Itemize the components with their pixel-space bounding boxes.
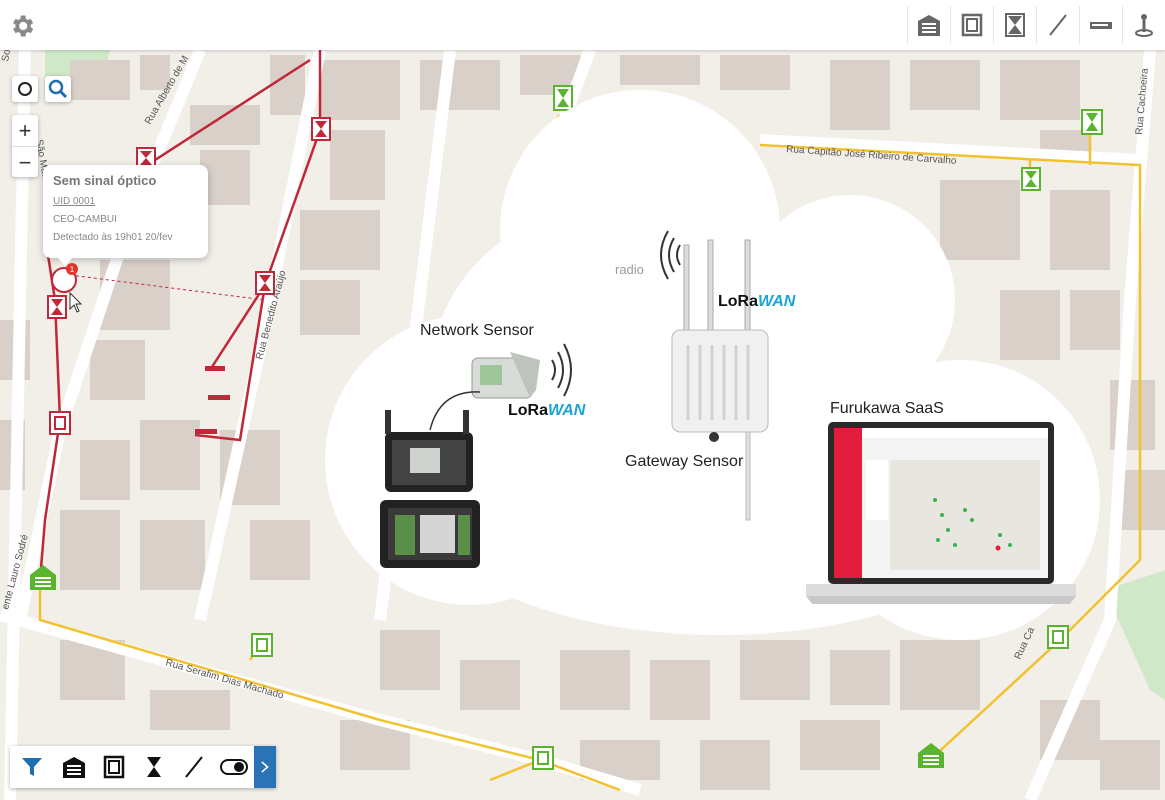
box-tool-button[interactable] xyxy=(950,6,993,44)
splice-layer-button[interactable] xyxy=(134,746,174,788)
cabinet-icon xyxy=(918,15,940,36)
splice-marker-green[interactable] xyxy=(553,85,573,111)
cable-icon xyxy=(1049,14,1067,36)
splice-icon xyxy=(1005,13,1025,37)
splice-marker[interactable] xyxy=(255,271,275,295)
box-layer-button[interactable] xyxy=(94,746,134,788)
cable-tool-button[interactable] xyxy=(1036,6,1079,44)
map-canvas[interactable]: Rua Alberto de M São Mateu Rua Benedito … xyxy=(0,0,1165,800)
saas-label: Furukawa SaaS xyxy=(830,400,944,417)
cabinet-tool-button[interactable] xyxy=(907,6,950,44)
box-marker-green[interactable] xyxy=(532,746,554,770)
alarm-popup: Sem sinal óptico UID 0001 CEO-CAMBUI Det… xyxy=(43,165,208,266)
gear-icon[interactable] xyxy=(8,12,36,40)
network-sensor-device xyxy=(471,352,540,399)
splice-tool-button[interactable] xyxy=(993,6,1036,44)
search-button[interactable] xyxy=(45,76,71,102)
expand-toolbar-button[interactable] xyxy=(254,746,276,788)
bottom-toolbar xyxy=(10,746,276,788)
lorawan-logo: LoRaWAN xyxy=(718,293,796,310)
alarm-badge: 1 xyxy=(70,265,75,274)
pole-icon xyxy=(1135,14,1153,37)
cable-layer-button[interactable] xyxy=(174,746,214,788)
draw-circle-button[interactable] xyxy=(12,76,38,102)
filter-button[interactable] xyxy=(10,746,54,788)
circle-icon xyxy=(18,82,32,96)
cabinet-layer-button[interactable] xyxy=(54,746,94,788)
box-marker-green[interactable] xyxy=(1047,625,1069,649)
zoom-in-button[interactable]: + xyxy=(12,115,38,147)
popup-title: Sem sinal óptico xyxy=(53,173,157,188)
cable-icon xyxy=(185,756,203,778)
toggle-icon xyxy=(220,759,248,775)
filter-icon xyxy=(22,758,42,776)
box-marker[interactable] xyxy=(49,411,71,435)
popup-detected: Detectado às 19h01 20/fev xyxy=(53,232,173,243)
splice-icon xyxy=(147,757,161,777)
box-marker-green[interactable] xyxy=(251,633,273,657)
box-icon xyxy=(103,755,125,779)
cabinet-icon xyxy=(63,757,85,778)
search-icon xyxy=(48,79,68,99)
splice-marker-green[interactable] xyxy=(1081,109,1103,135)
saas-laptop xyxy=(806,422,1076,604)
top-toolbar xyxy=(0,0,1165,50)
layer-toggle[interactable] xyxy=(214,746,254,788)
box-icon xyxy=(961,13,983,37)
radio-label: radio xyxy=(615,262,644,277)
lorawan-logo: LoRaWAN xyxy=(508,402,586,419)
network-sensor-label: Network Sensor xyxy=(420,322,534,339)
zoom-control: + − xyxy=(12,115,38,177)
gateway-sensor-label: Gateway Sensor xyxy=(625,453,744,470)
zoom-out-button[interactable]: − xyxy=(12,147,38,178)
chevron-right-icon xyxy=(261,761,269,773)
popup-uid-link[interactable]: UID 0001 xyxy=(53,196,198,207)
pole-tool-button[interactable] xyxy=(1122,6,1165,44)
splice-closure-device xyxy=(380,410,480,568)
splice-marker-green[interactable] xyxy=(1021,167,1041,191)
splice-marker[interactable] xyxy=(311,117,331,141)
popup-ceo: CEO-CAMBUI xyxy=(53,214,117,225)
splice-marker[interactable] xyxy=(47,295,67,319)
splitter-tool-button[interactable] xyxy=(1079,6,1122,44)
splitter-icon xyxy=(1090,22,1112,29)
